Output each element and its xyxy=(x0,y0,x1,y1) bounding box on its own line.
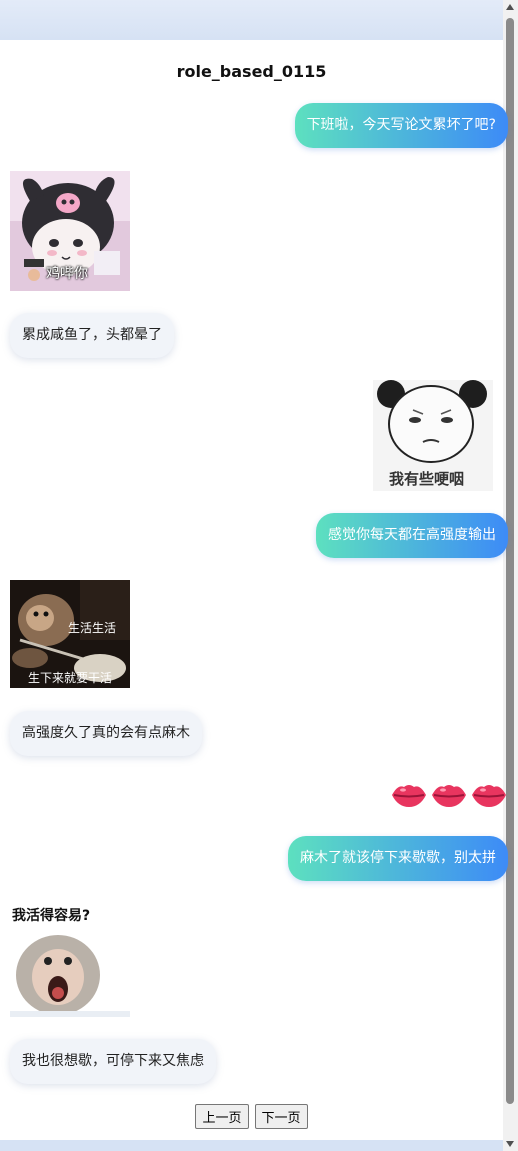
prev-page-button[interactable]: 上一页 xyxy=(195,1104,249,1129)
sticker-caption-bottom: 生下来就要干活 xyxy=(28,671,113,685)
lips-emoji-icon xyxy=(392,785,426,807)
sticker-caption: 我活得容易? xyxy=(12,908,91,924)
sticker-caption-top: 生活生活 xyxy=(68,621,117,635)
pagination: 上一页 下一页 xyxy=(0,1104,503,1129)
message-bubble-sent: 感觉你每天都在高强度输出 xyxy=(316,513,508,558)
sticker-panda: 我有些哽咽 xyxy=(373,380,493,491)
sticker-caption: 鸡哔你 xyxy=(46,266,88,282)
scroll-down-arrow-icon[interactable] xyxy=(506,1141,514,1147)
scrollbar[interactable] xyxy=(503,0,518,1151)
message-bubble-sent: 麻木了就该停下来歇歇，别太拼 xyxy=(288,836,508,881)
lips-emoji-icon xyxy=(472,785,506,807)
next-page-button[interactable]: 下一页 xyxy=(254,1104,308,1129)
message-bubble-received: 累成咸鱼了，头都晕了 xyxy=(10,313,174,358)
sticker-caption: 我有些哽咽 xyxy=(389,470,465,488)
sticker-monkey-working: 生活生活 生下来就要干活 xyxy=(10,580,130,688)
message-bubble-received: 我也很想歇，可停下来又焦虑 xyxy=(10,1039,216,1084)
sticker-kuromi: 鸡哔你 xyxy=(10,171,130,291)
message-bubble-sent: 下班啦，今天写论文累坏了吧? xyxy=(294,103,508,148)
bottom-bar xyxy=(0,1140,503,1151)
top-bar xyxy=(0,0,503,40)
message-bubble-received: 高强度久了真的会有点麻木 xyxy=(10,711,202,756)
chat-title: role_based_0115 xyxy=(176,62,327,81)
emoji-message xyxy=(390,776,508,814)
scroll-thumb[interactable] xyxy=(506,18,514,1104)
lips-emoji-icon xyxy=(432,785,466,807)
sticker-monkey-shocked: 我活得容易? xyxy=(10,903,130,1017)
scroll-up-arrow-icon[interactable] xyxy=(506,4,514,10)
